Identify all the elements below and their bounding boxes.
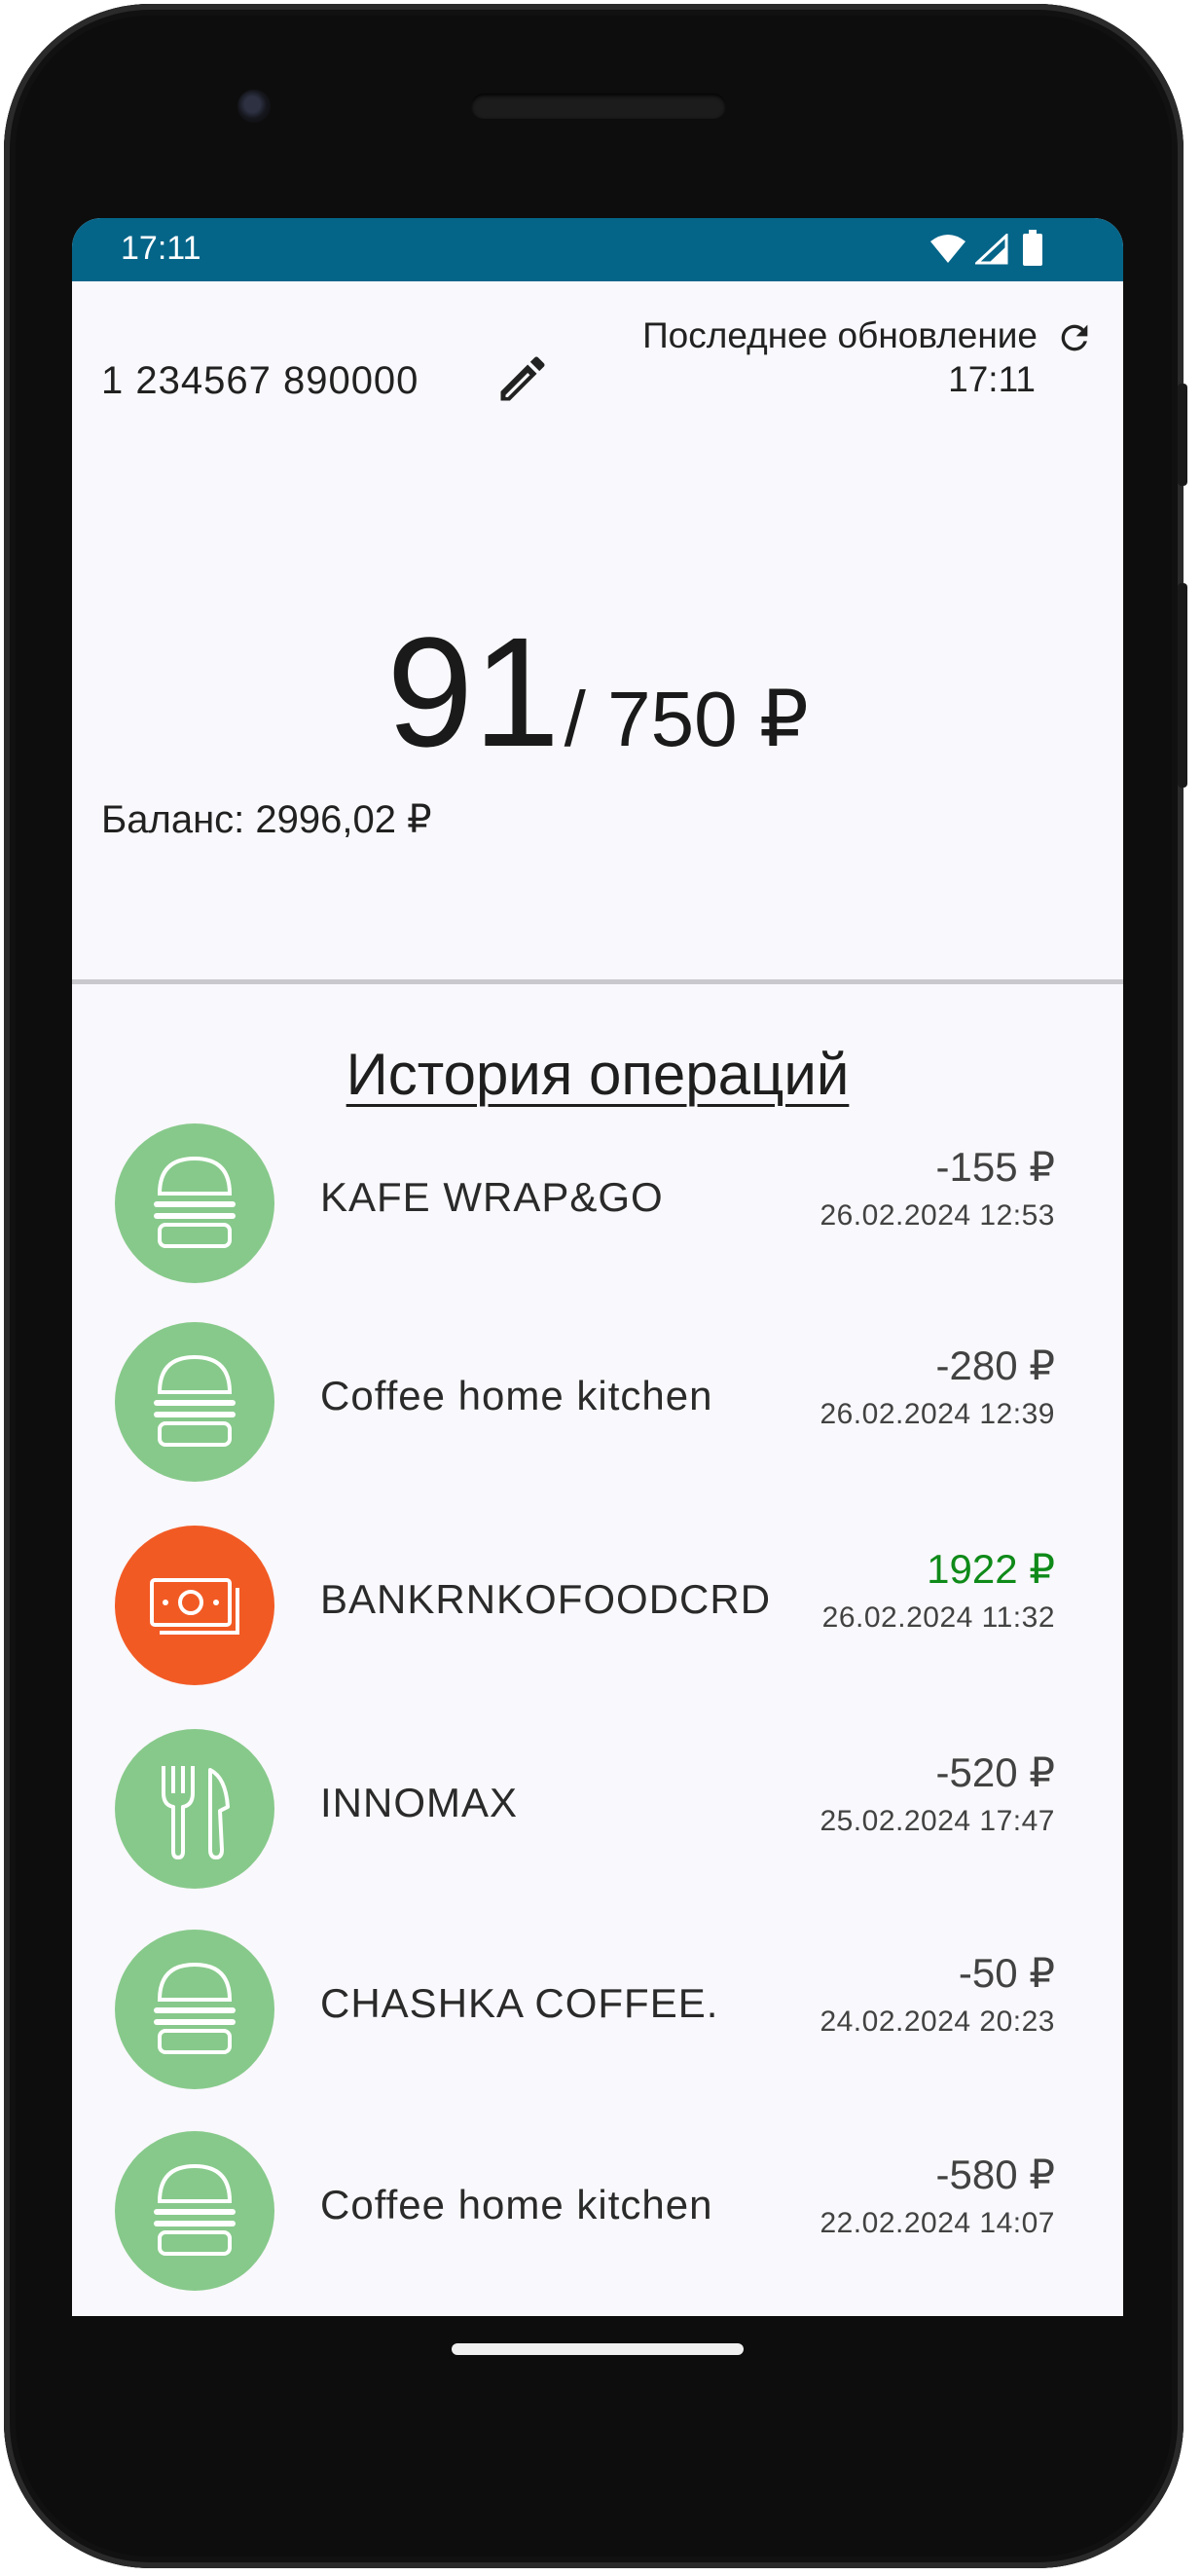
burger-icon [154,1354,236,1447]
cash-icon [150,1578,239,1635]
transaction-row[interactable]: BANKRNKOFOODCRD 1922 ₽ 26.02.2024 11:32 [72,1516,1123,1691]
merchant-name: BANKRNKOFOODCRD [320,1576,772,1622]
transaction-amount: -155 ₽ [935,1144,1055,1190]
spending-limit: / 750 ₽ [564,676,809,762]
status-time: 17:11 [121,230,201,267]
section-divider [72,979,1123,984]
fork-knife-icon [162,1766,230,1859]
transaction-row[interactable]: CHASHKA COFFEE. -50 ₽ 24.02.2024 20:23 [72,1920,1123,2095]
last-update-label: Последнее обновление [642,315,1038,355]
transaction-row[interactable]: Coffee home kitchen -280 ₽ 26.02.2024 12… [72,1312,1123,1488]
transaction-date: 26.02.2024 12:39 [820,1398,1055,1430]
phone-frame: 17:11 1 234567 890000 Последнее обновлен… [4,4,1187,2568]
transaction-date: 22.02.2024 14:07 [820,2207,1055,2239]
transaction-date: 25.02.2024 17:47 [820,1805,1055,1837]
burger-icon [154,2163,236,2256]
transaction-amount: 1922 ₽ [927,1546,1055,1592]
transaction-amount: -280 ₽ [935,1343,1055,1388]
last-update-time: 17:11 [948,359,1036,399]
balance-text: Баланс: 2996,02 ₽ [101,798,432,841]
status-icons [929,230,1055,269]
card-number: 1 234567 890000 [101,359,419,402]
transaction-date: 26.02.2024 12:53 [820,1199,1055,1232]
refresh-icon[interactable] [1055,318,1094,357]
earpiece-speaker [471,93,726,119]
history-title: История операций [346,1042,850,1107]
spending-summary: 91 / 750 ₽ [72,603,1123,782]
home-gesture-bar[interactable] [452,2343,744,2355]
status-bar: 17:11 [72,218,1123,281]
wifi-icon [930,235,965,263]
merchant-name: CHASHKA COFFEE. [320,1980,719,2026]
category-badge [115,1322,274,1482]
pencil-icon[interactable] [493,350,552,408]
merchant-name: INNOMAX [320,1780,519,1825]
transaction-date: 24.02.2024 20:23 [820,2006,1055,2038]
spent-amount: 91 [386,605,561,779]
category-badge [115,1526,274,1685]
burger-icon [154,1156,236,1248]
transaction-amount: -50 ₽ [958,1950,1055,1996]
category-badge [115,2131,274,2291]
transaction-row[interactable]: Coffee home kitchen -580 ₽ 22.02.2024 14… [72,2121,1123,2297]
transaction-amount: -520 ₽ [935,1749,1055,1795]
front-camera [237,90,271,123]
transaction-row[interactable]: KAFE WRAP&GO -155 ₽ 26.02.2024 12:53 [72,1114,1123,1289]
category-badge [115,1729,274,1889]
signal-icon [975,234,1008,265]
burger-icon [154,1962,236,2054]
battery-icon [1023,230,1042,266]
merchant-name: KAFE WRAP&GO [320,1174,664,1220]
category-badge [115,1930,274,2089]
summary-section: 1 234567 890000 Последнее обновление 17:… [72,281,1123,1135]
category-badge [115,1123,274,1283]
merchant-name: Coffee home kitchen [320,2182,713,2227]
app-screen: 17:11 1 234567 890000 Последнее обновлен… [72,218,1123,2316]
merchant-name: Coffee home kitchen [320,1373,713,1418]
transaction-amount: -580 ₽ [935,2152,1055,2197]
transaction-date: 26.02.2024 11:32 [821,1601,1055,1634]
transaction-row[interactable]: INNOMAX -520 ₽ 25.02.2024 17:47 [72,1719,1123,1895]
power-button [1178,384,1187,486]
volume-button [1178,583,1187,788]
